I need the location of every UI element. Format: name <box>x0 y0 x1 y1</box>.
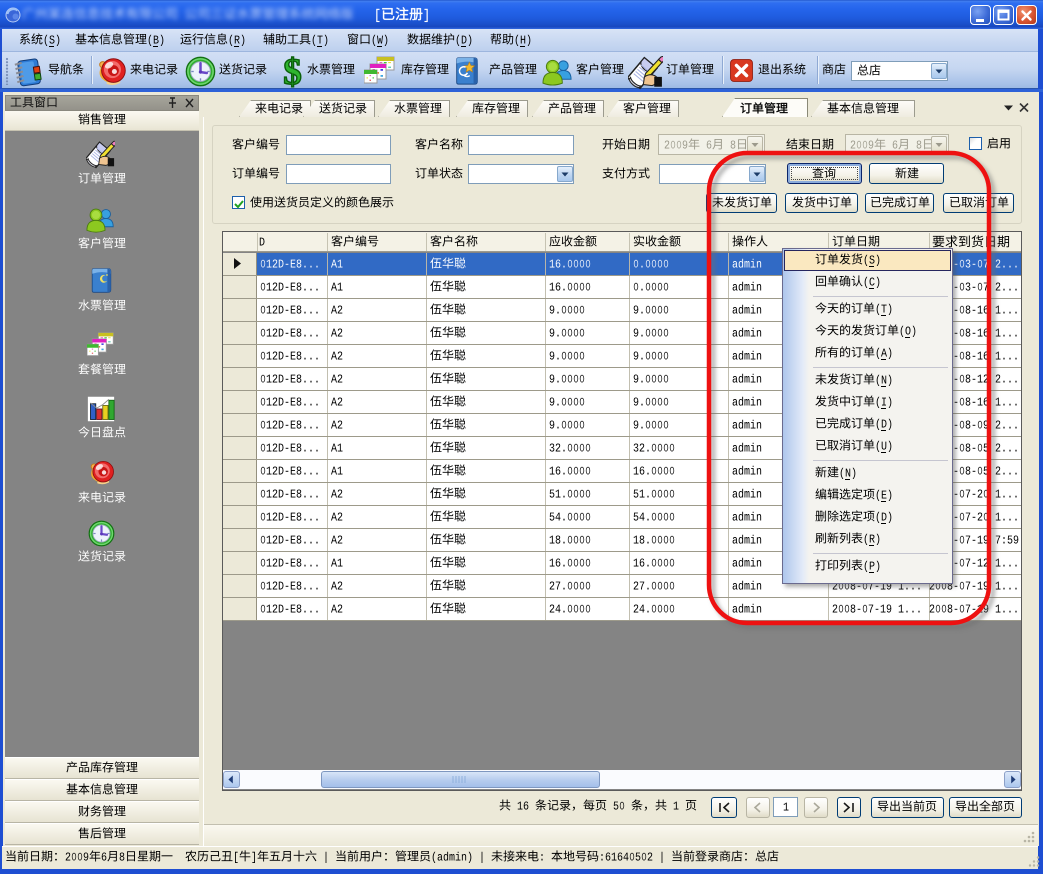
svg-text:$: $ <box>283 55 302 88</box>
